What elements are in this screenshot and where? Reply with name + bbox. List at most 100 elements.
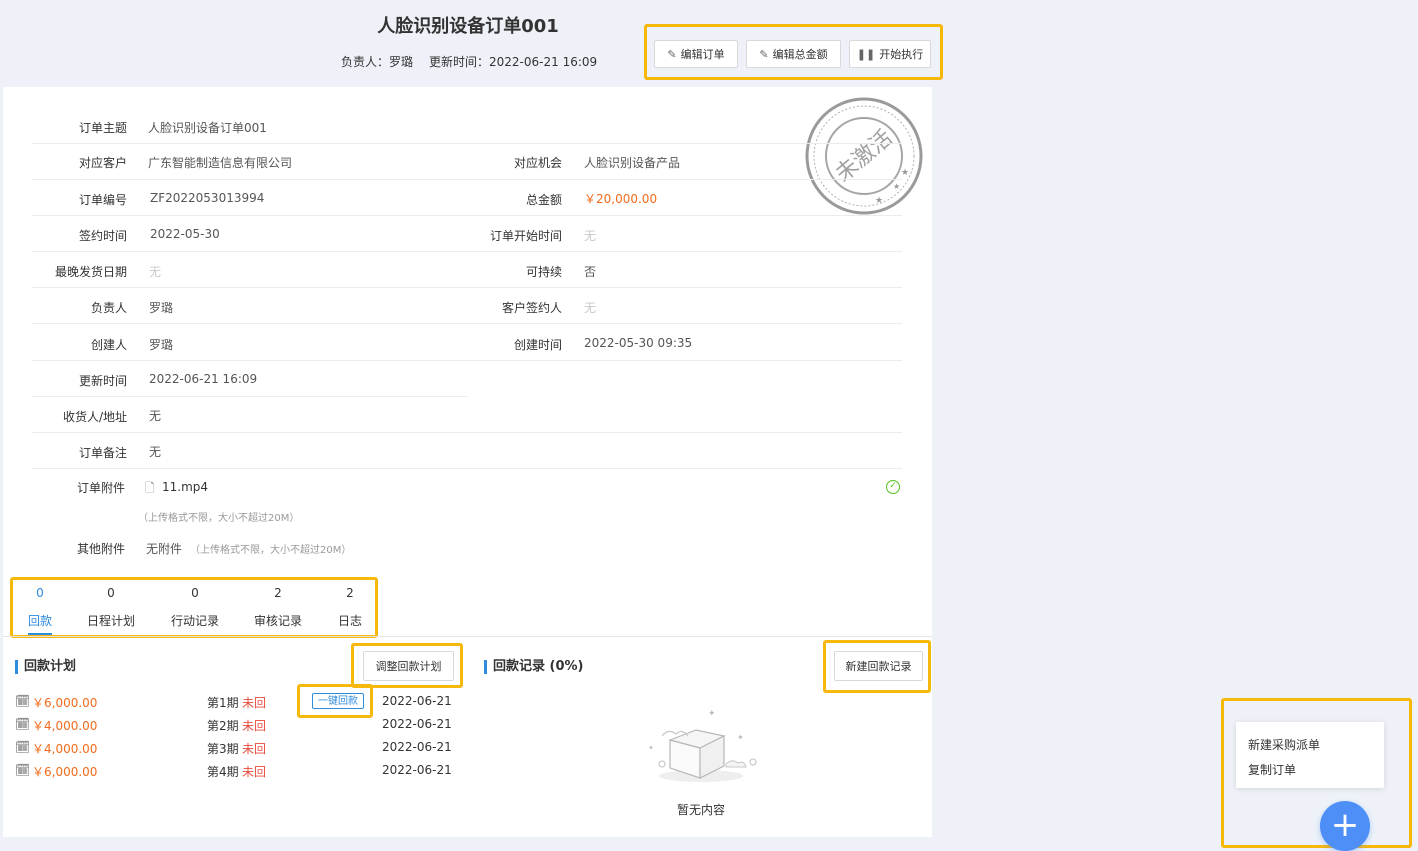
payment-plan-row: 🗓 ￥6,000.00 第1期 未回 2022-06-21 <box>15 694 455 710</box>
tab-schedule[interactable]: 0 日程计划 <box>81 586 141 629</box>
tab-action-records[interactable]: 0 行动记录 <box>165 586 225 629</box>
field-value-created-time: 2022-05-30 09:35 <box>584 336 693 350</box>
payment-plan-row: 🗓 ￥6,000.00 第4期 未回 2022-06-21 <box>15 763 455 779</box>
plan-period: 第3期 <box>207 742 239 756</box>
field-label-latest-ship: 最晚发货日期 <box>54 265 127 279</box>
tab-count: 0 <box>107 586 115 600</box>
new-payment-record-button[interactable]: 新建回款记录 <box>834 651 923 681</box>
row-divider <box>32 143 902 144</box>
adjust-payment-plan-button[interactable]: 调整回款计划 <box>363 651 454 681</box>
tabs-divider <box>3 636 932 637</box>
other-attachment-hint: （上传格式不限，大小不超过20M） <box>190 545 352 556</box>
owner-meta-label: 负责人： <box>341 55 390 69</box>
one-key-payment-button[interactable]: 一键回款 <box>312 693 364 709</box>
tab-audit-records[interactable]: 2 审核记录 <box>248 586 308 629</box>
field-label-opportunity: 对应机会 <box>513 156 562 170</box>
plan-amount: ￥6,000.00 <box>32 765 98 779</box>
plan-amount: ￥6,000.00 <box>32 696 98 710</box>
plan-period: 第2期 <box>207 719 239 733</box>
updated-meta-value: 2022-06-21 16:09 <box>489 55 598 69</box>
field-value-update-time: 2022-06-21 16:09 <box>149 372 258 386</box>
svg-text:✦: ✦ <box>708 709 716 719</box>
plan-status: 未回 <box>242 719 267 733</box>
empty-state-text: 暂无内容 <box>677 803 726 817</box>
check-circle-icon: ✓ <box>886 480 900 494</box>
pause-icon: ❚❚ <box>856 47 876 61</box>
field-label-customer: 对应客户 <box>78 156 127 170</box>
field-value-customer-signer: 无 <box>584 301 597 315</box>
field-value-renewable: 否 <box>584 265 597 279</box>
updated-meta-label: 更新时间： <box>429 55 490 69</box>
plan-date: 2022-06-21 <box>382 763 452 777</box>
plan-period: 第4期 <box>207 765 239 779</box>
field-value-customer[interactable]: 广东智能制造信息有限公司 <box>148 154 292 171</box>
field-value-start-time: 无 <box>584 229 597 243</box>
tab-count: 0 <box>191 586 199 600</box>
owner-meta-value: 罗璐 <box>389 55 414 69</box>
star-icon: ★ <box>875 196 883 206</box>
payment-plan-title: 回款计划 <box>15 660 76 674</box>
field-value-subject: 人脸识别设备订单001 <box>148 121 267 135</box>
new-payment-record-label: 新建回款记录 <box>845 660 912 673</box>
edit-total-button[interactable]: ✎ 编辑总金额 <box>746 40 841 68</box>
field-value-other-attachment: 无附件 <box>146 542 183 556</box>
field-label-sign-time: 签约时间 <box>78 229 127 243</box>
calendar-icon: 🗓 <box>15 717 31 731</box>
field-label-attachment: 订单附件 <box>76 481 125 495</box>
attachment-hint: （上传格式不限，大小不超过20M） <box>138 513 300 524</box>
start-execution-button[interactable]: ❚❚ 开始执行 <box>849 40 931 68</box>
plan-status: 未回 <box>242 696 267 710</box>
row-divider <box>32 396 468 397</box>
payment-plan-row: 🗓 ￥4,000.00 第2期 未回 2022-06-21 <box>15 717 455 733</box>
plan-date: 2022-06-21 <box>382 740 452 754</box>
row-divider <box>32 360 902 361</box>
adjust-payment-plan-label: 调整回款计划 <box>375 660 442 673</box>
edit-order-label: 编辑订单 <box>680 48 725 61</box>
calendar-icon: 🗓 <box>15 740 31 754</box>
plan-status: 未回 <box>242 742 267 756</box>
field-label-created-time: 创建时间 <box>513 338 562 352</box>
svg-text:✦: ✦ <box>648 744 654 752</box>
tab-label: 审核记录 <box>253 614 302 628</box>
add-fab-button[interactable]: + <box>1320 801 1370 851</box>
field-label-total: 总金额 <box>525 193 562 207</box>
star-icon: ★ <box>893 182 900 191</box>
tab-label: 回款 <box>27 614 52 628</box>
tab-label: 日程计划 <box>86 614 135 628</box>
calendar-icon: 🗓 <box>15 763 31 777</box>
field-value-receiver: 无 <box>149 409 162 423</box>
empty-box-icon: ✦ ✦ ✦ <box>648 709 757 782</box>
menu-item-copy-order[interactable]: 复制订单 <box>1248 761 1296 778</box>
star-icon: ★ <box>901 168 909 178</box>
pencil-icon: ✎ <box>759 47 769 61</box>
field-label-customer-signer: 客户签约人 <box>501 301 562 315</box>
tab-label: 日志 <box>337 614 362 628</box>
edit-order-button[interactable]: ✎ 编辑订单 <box>654 40 738 68</box>
field-label-subject: 订单主题 <box>78 121 127 135</box>
inactive-stamp: 未激活 ★ ★ ★ <box>805 97 923 215</box>
svg-text:✦: ✦ <box>737 733 744 742</box>
menu-item-new-purchase-dispatch[interactable]: 新建采购派单 <box>1248 736 1320 753</box>
field-label-order-no: 订单编号 <box>78 193 127 207</box>
field-value-opportunity[interactable]: 人脸识别设备产品 <box>584 154 680 171</box>
plan-date: 2022-06-21 <box>382 694 452 708</box>
attachment-file-link[interactable]: 11.mp4 <box>162 480 208 494</box>
field-value-total: ￥20,000.00 <box>584 192 658 206</box>
field-label-remark: 订单备注 <box>78 446 127 460</box>
field-label-update-time: 更新时间 <box>78 374 127 388</box>
row-divider <box>32 179 902 180</box>
stamp-text: 未激活 <box>831 126 898 188</box>
row-divider <box>32 468 902 469</box>
edit-total-label: 编辑总金额 <box>772 48 828 61</box>
payment-records-title: 回款记录 (0%) <box>484 660 583 674</box>
tab-log[interactable]: 2 日志 <box>320 586 380 629</box>
row-divider <box>32 432 902 433</box>
calendar-icon: 🗓 <box>15 694 31 708</box>
pencil-icon: ✎ <box>667 47 677 61</box>
field-label-creator: 创建人 <box>90 338 127 352</box>
tab-count: 2 <box>346 586 354 600</box>
file-icon: 🗋 <box>145 481 155 495</box>
tab-payment[interactable]: 0 回款 <box>10 586 70 629</box>
field-value-latest-ship: 无 <box>149 265 162 279</box>
page-title: 人脸识别设备订单001 <box>377 16 559 37</box>
